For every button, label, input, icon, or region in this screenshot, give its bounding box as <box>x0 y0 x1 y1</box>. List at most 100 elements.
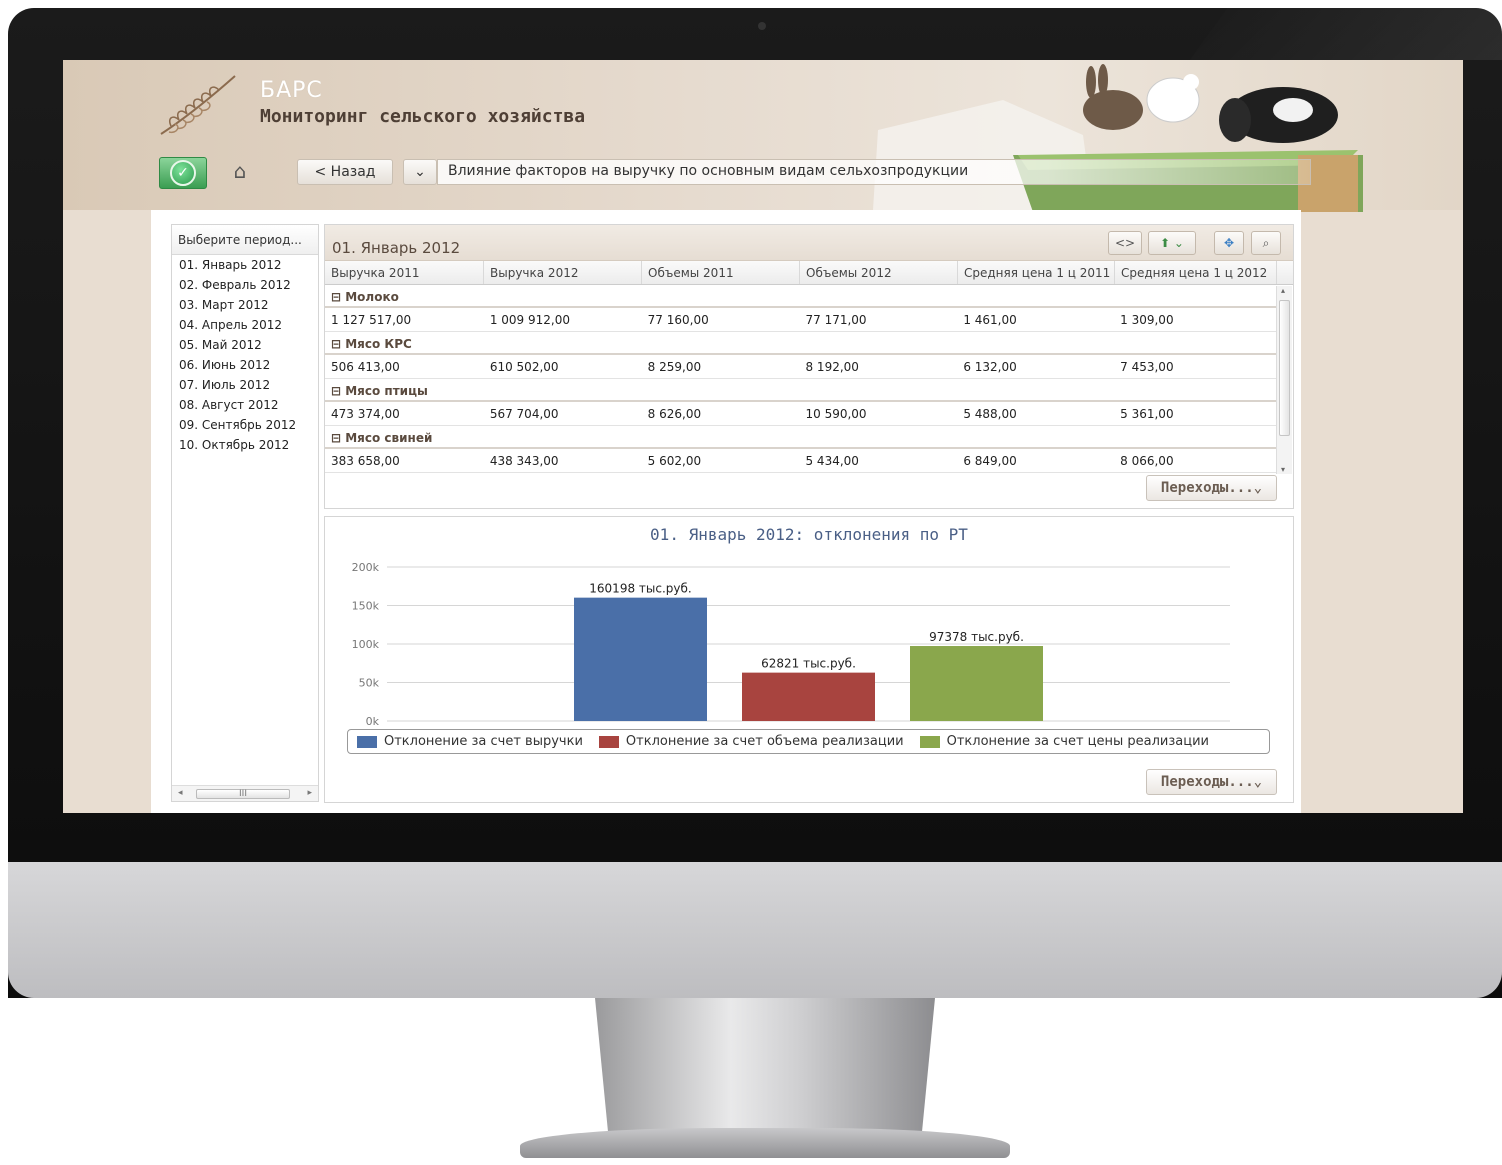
table-cell: 77 171,00 <box>805 313 867 327</box>
table-cell: 6 132,00 <box>963 360 1017 374</box>
camera-dot <box>758 22 766 30</box>
breadcrumb: Влияние факторов на выручку по основным … <box>437 159 1311 185</box>
back-button[interactable]: < Назад <box>297 159 393 185</box>
table-cell: 610 502,00 <box>489 360 559 374</box>
period-list-header[interactable]: Выберите период... <box>172 225 318 255</box>
y-tick-label: 50k <box>359 677 380 690</box>
table-cell: 473 374,00 <box>331 407 400 421</box>
period-item[interactable]: 04. Апрель 2012 <box>172 315 318 335</box>
bar-3[interactable] <box>910 646 1043 721</box>
table-cell: 8 066,00 <box>1120 454 1174 468</box>
group-row[interactable]: ⊟ Молоко <box>325 285 1276 308</box>
export-button[interactable]: ⬆ ⌄ <box>1148 231 1196 255</box>
table-cell: 1 461,00 <box>963 313 1017 327</box>
bar-data-label: 97378 тыс.руб. <box>929 630 1024 644</box>
period-item[interactable]: 06. Июнь 2012 <box>172 355 318 375</box>
scroll-thumb[interactable]: III <box>196 789 290 799</box>
table-cell: 1 127 517,00 <box>331 313 412 327</box>
legend-swatch <box>919 735 940 748</box>
column-header[interactable]: Объемы 2011 <box>642 261 800 284</box>
group-row[interactable]: ⊟ Мясо птицы <box>325 379 1276 402</box>
legend-item[interactable]: Отклонение за счет объема реализации <box>598 734 904 749</box>
table-row[interactable]: 473 374,00 567 704,00 8 626,00 10 590,00 5 4… <box>325 402 1276 426</box>
table-row[interactable]: 1 127 517,00 1 009 912,00 77 160,00 77 171,… <box>325 308 1276 332</box>
scroll-right-icon[interactable]: ▸ <box>307 788 312 798</box>
table-cell: 77 160,00 <box>647 313 709 327</box>
table-cell: 8 192,00 <box>805 360 859 374</box>
period-item[interactable]: 09. Сентябрь 2012 <box>172 415 318 435</box>
bar-2[interactable] <box>742 672 875 721</box>
chart-legend: Отклонение за счет выручки Отклонение за… <box>347 729 1270 754</box>
column-header[interactable]: Объемы 2012 <box>800 261 958 284</box>
monitor-chin <box>8 862 1502 998</box>
y-tick-label: 200k <box>352 561 380 574</box>
table-cell: 7 453,00 <box>1120 360 1174 374</box>
home-icon: ⌂ <box>233 159 247 183</box>
table-cell: 6 849,00 <box>963 454 1017 468</box>
period-item[interactable]: 10. Октябрь 2012 <box>172 435 318 455</box>
period-item[interactable]: 01. Январь 2012 <box>172 255 318 275</box>
monitor: БАРС Мониторинг сельского хозяйства ✓ ⌂ … <box>0 0 1502 1165</box>
period-item[interactable]: 05. Май 2012 <box>172 335 318 355</box>
check-icon: ✓ <box>170 160 196 186</box>
grid-body: ⊟ Молоко 1 127 517,00 1 009 912,00 77 160,0… <box>325 285 1276 473</box>
period-list: Выберите период... 01. Январь 2012 02. Ф… <box>171 224 319 802</box>
legend-item[interactable]: Отклонение за счет цены реализации <box>919 734 1209 749</box>
app-subtitle: Мониторинг сельского хозяйства <box>260 106 586 127</box>
home-button[interactable]: ⌂ <box>220 157 260 185</box>
chevron-down-icon: ⌄ <box>414 164 426 180</box>
grid-title: 01. Январь 2012 <box>332 239 461 257</box>
group-row[interactable]: ⊟ Мясо свиней <box>325 426 1276 449</box>
bar-data-label: 160198 тыс.руб. <box>589 582 691 596</box>
table-cell: 383 658,00 <box>331 454 400 468</box>
scroll-left-icon[interactable]: ◂ <box>178 788 183 798</box>
legend-label: Отклонение за счет объема реализации <box>625 734 904 749</box>
column-header[interactable]: Выручка 2011 <box>325 261 484 284</box>
farm-animals-illustration <box>873 64 1363 212</box>
toggle-code-button[interactable]: <> <box>1108 231 1142 255</box>
y-tick-label: 0k <box>366 715 380 728</box>
grid-header-row: Выручка 2011 Выручка 2012 Объемы 2011 Об… <box>325 261 1293 285</box>
search-icon: ⌕ <box>1262 235 1270 250</box>
scroll-thumb[interactable] <box>1279 300 1290 436</box>
transitions-button[interactable]: Переходы...⌄ <box>1146 475 1277 501</box>
period-item[interactable]: 02. Февраль 2012 <box>172 275 318 295</box>
table-cell: 567 704,00 <box>489 407 559 421</box>
scroll-down-icon[interactable]: ▾ <box>1281 465 1285 474</box>
data-grid-panel: 01. Январь 2012 <> ⬆ ⌄ ✥ ⌕ Выручка 2011 … <box>324 224 1294 509</box>
y-tick-label: 150k <box>352 600 380 613</box>
grid-vertical-scrollbar[interactable]: ▴ ▾ <box>1276 286 1292 474</box>
refresh-button[interactable]: ✓ <box>159 157 207 189</box>
code-brackets-icon: <> <box>1114 236 1136 250</box>
move-button[interactable]: ✥ <box>1214 231 1244 255</box>
period-item[interactable]: 08. Август 2012 <box>172 395 318 415</box>
main-content: Выберите период... 01. Январь 2012 02. Ф… <box>151 210 1301 813</box>
app-header: БАРС Мониторинг сельского хозяйства ✓ ⌂ … <box>63 60 1463 212</box>
period-item[interactable]: 03. Март 2012 <box>172 295 318 315</box>
legend-item[interactable]: Отклонение за счет выручки <box>357 734 583 749</box>
column-header[interactable]: Средняя цена 1 ц 2011 <box>958 261 1115 284</box>
group-row[interactable]: ⊟ Мясо КРС <box>325 332 1276 355</box>
table-cell: 1 009 912,00 <box>489 313 570 327</box>
table-cell: 5 361,00 <box>1120 407 1174 421</box>
column-header[interactable]: Средняя цена 1 ц 2012 <box>1115 261 1277 284</box>
table-cell: 1 309,00 <box>1120 313 1174 327</box>
table-row[interactable]: 506 413,00 610 502,00 8 259,00 8 192,00 6 13… <box>325 355 1276 379</box>
transitions-button[interactable]: Переходы...⌄ <box>1146 769 1277 795</box>
column-header[interactable]: Выручка 2012 <box>484 261 642 284</box>
table-cell: 5 434,00 <box>805 454 859 468</box>
search-button[interactable]: ⌕ <box>1251 231 1281 255</box>
monitor-stand <box>520 998 1010 1165</box>
period-horizontal-scrollbar[interactable]: ◂ III ▸ <box>172 785 318 801</box>
table-cell: 8 259,00 <box>647 360 702 374</box>
scroll-up-icon[interactable]: ▴ <box>1281 286 1285 295</box>
table-cell: 506 413,00 <box>331 360 400 374</box>
bar-1[interactable] <box>574 597 707 721</box>
table-cell: 10 590,00 <box>805 407 867 421</box>
breadcrumb-dropdown-button[interactable]: ⌄ <box>403 159 437 185</box>
table-row[interactable]: 383 658,00 438 343,00 5 602,00 5 434,00 6 84… <box>325 449 1276 473</box>
bezel-glare <box>1190 8 1502 60</box>
bar-chart: 0k 50k 100k 150k 200k 160198 тыс.руб. 62821 ты… <box>352 561 1230 728</box>
period-item[interactable]: 07. Июль 2012 <box>172 375 318 395</box>
export-icon: ⬆ ⌄ <box>1160 236 1184 250</box>
